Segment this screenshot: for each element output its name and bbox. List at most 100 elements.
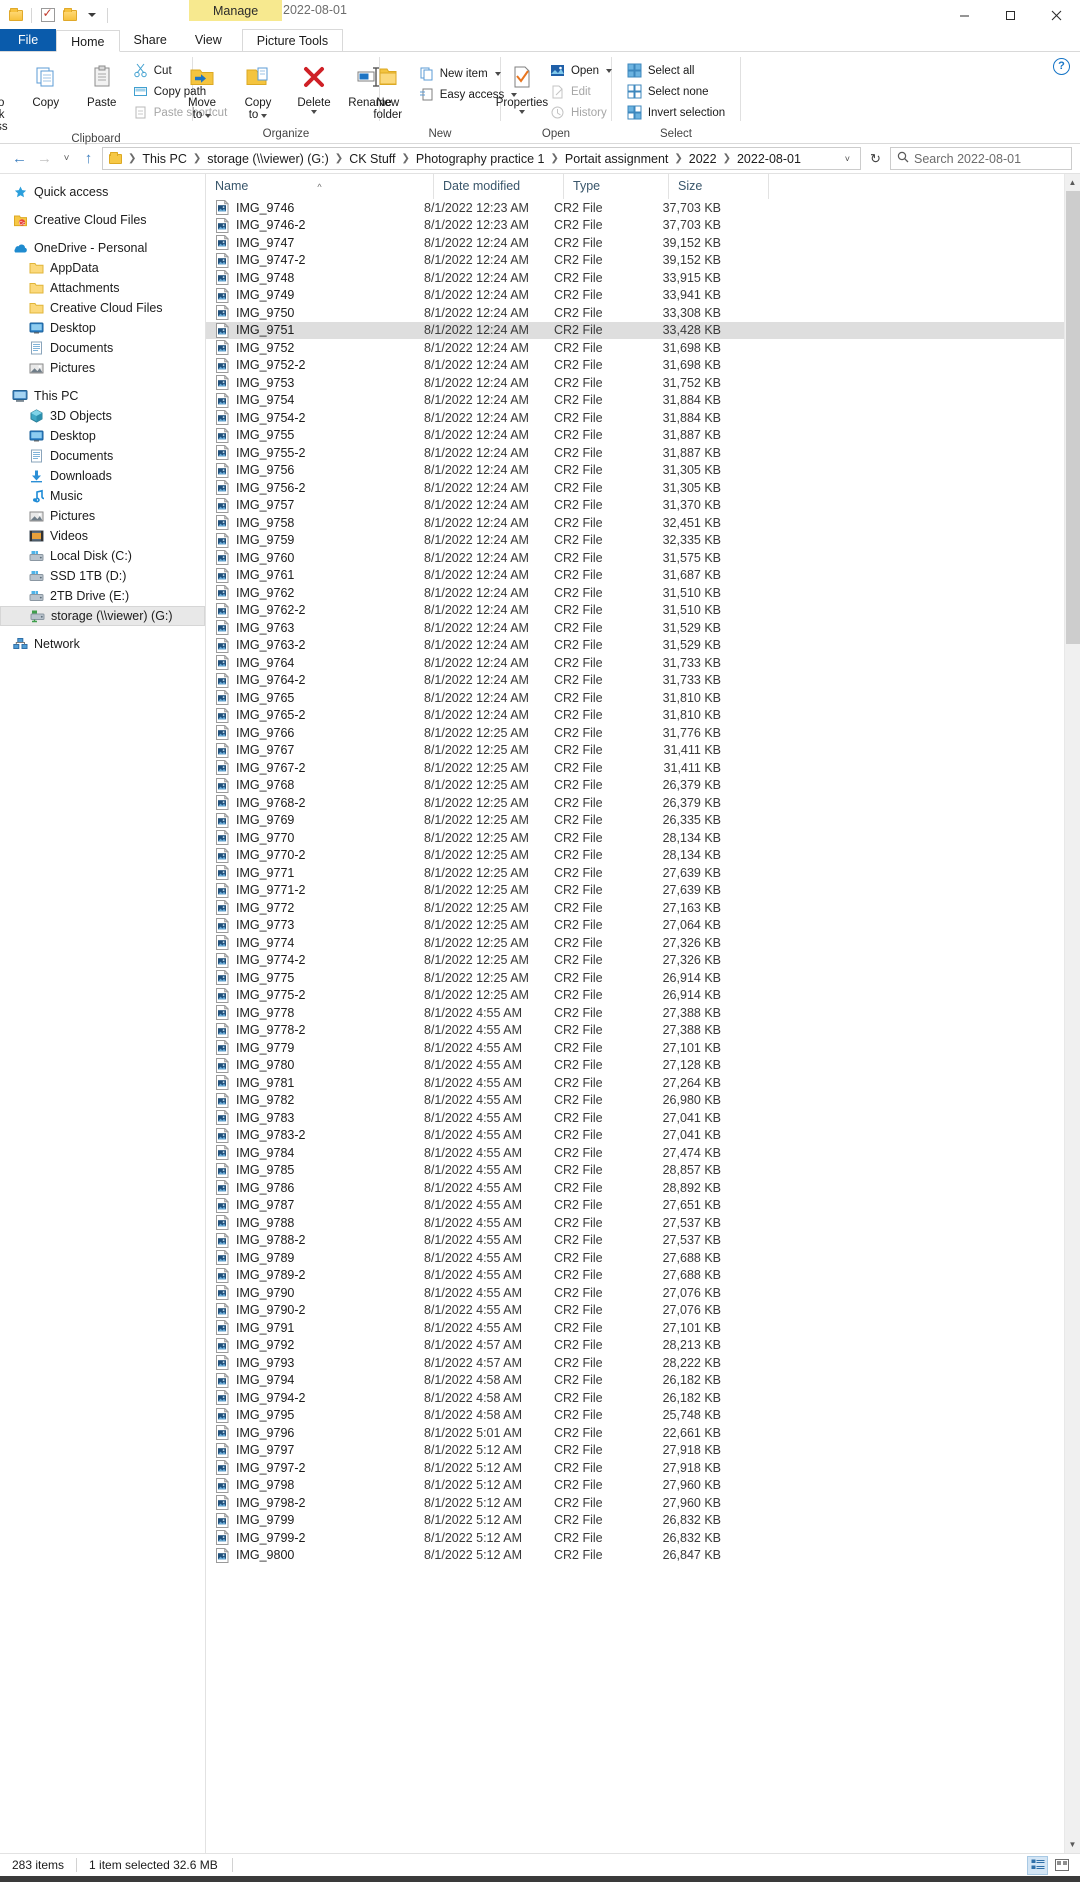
table-row[interactable]: IMG_9748 8/1/2022 12:24 AM CR2 File 33,915 … — [206, 269, 1064, 287]
table-row[interactable]: IMG_9781 8/1/2022 4:55 AM CR2 File 27,264 K… — [206, 1074, 1064, 1092]
table-row[interactable]: IMG_9797-2 8/1/2022 5:12 AM CR2 File 27,918… — [206, 1459, 1064, 1477]
table-row[interactable]: IMG_9775 8/1/2022 12:25 AM CR2 File 26,914 … — [206, 969, 1064, 987]
scrollbar-track[interactable] — [1064, 191, 1080, 1836]
sidebar-item-network[interactable]: Network — [0, 634, 205, 654]
table-row[interactable]: IMG_9796 8/1/2022 5:01 AM CR2 File 22,661 K… — [206, 1424, 1064, 1442]
back-button[interactable]: ← — [8, 147, 31, 170]
table-row[interactable]: IMG_9794 8/1/2022 4:58 AM CR2 File 26,182 K… — [206, 1372, 1064, 1390]
table-row[interactable]: IMG_9783 8/1/2022 4:55 AM CR2 File 27,041 K… — [206, 1109, 1064, 1127]
sidebar-item-videos[interactable]: Videos — [0, 526, 205, 546]
table-row[interactable]: IMG_9769 8/1/2022 12:25 AM CR2 File 26,335 … — [206, 812, 1064, 830]
table-row[interactable]: IMG_9788-2 8/1/2022 4:55 AM CR2 File 27,537… — [206, 1232, 1064, 1250]
pin-to-quick-access-button[interactable]: Pin to Quick access — [0, 58, 18, 133]
column-header-date-modified[interactable]: Date modified — [434, 174, 564, 199]
sidebar-item-this-pc[interactable]: This PC — [0, 386, 205, 406]
table-row[interactable]: IMG_9763-2 8/1/2022 12:24 AM CR2 File 31,52… — [206, 637, 1064, 655]
table-row[interactable]: IMG_9764-2 8/1/2022 12:24 AM CR2 File 31,73… — [206, 672, 1064, 690]
table-row[interactable]: IMG_9789-2 8/1/2022 4:55 AM CR2 File 27,688… — [206, 1267, 1064, 1285]
table-row[interactable]: IMG_9759 8/1/2022 12:24 AM CR2 File 32,335 … — [206, 532, 1064, 550]
table-row[interactable]: IMG_9775-2 8/1/2022 12:25 AM CR2 File 26,91… — [206, 987, 1064, 1005]
tab-file[interactable]: File — [0, 29, 57, 51]
sidebar-item-creative-cloud-files[interactable]: Creative Cloud Files — [0, 298, 205, 318]
table-row[interactable]: IMG_9757 8/1/2022 12:24 AM CR2 File 31,370 … — [206, 497, 1064, 515]
search-input[interactable]: Search 2022-08-01 — [890, 147, 1072, 170]
column-header-name[interactable]: Name ^ — [206, 174, 434, 199]
table-row[interactable]: IMG_9755 8/1/2022 12:24 AM CR2 File 31,887 … — [206, 427, 1064, 445]
sidebar-item-2tb-drive-e[interactable]: 2TB Drive (E:) — [0, 586, 205, 606]
table-row[interactable]: IMG_9794-2 8/1/2022 4:58 AM CR2 File 26,182… — [206, 1389, 1064, 1407]
sidebar-item-downloads[interactable]: Downloads — [0, 466, 205, 486]
table-row[interactable]: IMG_9795 8/1/2022 4:58 AM CR2 File 25,748 K… — [206, 1407, 1064, 1425]
table-row[interactable]: IMG_9765 8/1/2022 12:24 AM CR2 File 31,810 … — [206, 689, 1064, 707]
table-row[interactable]: IMG_9790-2 8/1/2022 4:55 AM CR2 File 27,076… — [206, 1302, 1064, 1320]
tab-picture-tools[interactable]: Picture Tools — [241, 29, 344, 51]
table-row[interactable]: IMG_9763 8/1/2022 12:24 AM CR2 File 31,529 … — [206, 619, 1064, 637]
help-button[interactable]: ? — [1053, 58, 1070, 75]
customize-qat-caret-icon[interactable] — [83, 7, 100, 24]
table-row[interactable]: IMG_9758 8/1/2022 12:24 AM CR2 File 32,451 … — [206, 514, 1064, 532]
table-row[interactable]: IMG_9755-2 8/1/2022 12:24 AM CR2 File 31,88… — [206, 444, 1064, 462]
table-row[interactable]: IMG_9799 8/1/2022 5:12 AM CR2 File 26,832 K… — [206, 1512, 1064, 1530]
sidebar-item-pictures[interactable]: Pictures — [0, 358, 205, 378]
maximize-button[interactable] — [987, 0, 1033, 30]
table-row[interactable]: IMG_9774-2 8/1/2022 12:25 AM CR2 File 27,32… — [206, 952, 1064, 970]
history-button[interactable]: History — [547, 103, 615, 122]
sidebar-item-storage-viewer-g[interactable]: storage (\\viewer) (G:) — [0, 606, 205, 626]
table-row[interactable]: IMG_9799-2 8/1/2022 5:12 AM CR2 File 26,832… — [206, 1529, 1064, 1547]
table-row[interactable]: IMG_9752 8/1/2022 12:24 AM CR2 File 31,698 … — [206, 339, 1064, 357]
scroll-down-arrow-icon[interactable]: ▼ — [1064, 1836, 1080, 1853]
table-row[interactable]: IMG_9754 8/1/2022 12:24 AM CR2 File 31,884 … — [206, 392, 1064, 410]
minimize-button[interactable] — [941, 0, 987, 30]
table-row[interactable]: IMG_9784 8/1/2022 4:55 AM CR2 File 27,474 K… — [206, 1144, 1064, 1162]
select-none-button[interactable]: Select none — [624, 82, 728, 101]
table-row[interactable]: IMG_9791 8/1/2022 4:55 AM CR2 File 27,101 K… — [206, 1319, 1064, 1337]
new-folder-button[interactable]: New folder — [360, 58, 416, 121]
paste-button[interactable]: Paste — [74, 58, 130, 109]
vertical-scrollbar[interactable]: ▲ ▼ — [1064, 174, 1080, 1853]
breadcrumb-photography-practice-1[interactable]: Photography practice 1 — [412, 150, 549, 168]
sidebar-item-desktop[interactable]: Desktop — [0, 318, 205, 338]
properties-icon[interactable] — [39, 6, 56, 24]
table-row[interactable]: IMG_9789 8/1/2022 4:55 AM CR2 File 27,688 K… — [206, 1249, 1064, 1267]
new-folder-icon[interactable] — [61, 7, 78, 24]
table-row[interactable]: IMG_9782 8/1/2022 4:55 AM CR2 File 26,980 K… — [206, 1092, 1064, 1110]
table-row[interactable]: IMG_9771 8/1/2022 12:25 AM CR2 File 27,639 … — [206, 864, 1064, 882]
table-row[interactable]: IMG_9787 8/1/2022 4:55 AM CR2 File 27,651 K… — [206, 1197, 1064, 1215]
table-row[interactable]: IMG_9785 8/1/2022 4:55 AM CR2 File 28,857 K… — [206, 1162, 1064, 1180]
table-row[interactable]: IMG_9767 8/1/2022 12:25 AM CR2 File 31,411 … — [206, 742, 1064, 760]
table-row[interactable]: IMG_9746 8/1/2022 12:23 AM CR2 File 37,703 … — [206, 199, 1064, 217]
address-dropdown-icon[interactable]: ˅ — [839, 154, 856, 164]
table-row[interactable]: IMG_9768-2 8/1/2022 12:25 AM CR2 File 26,37… — [206, 794, 1064, 812]
table-row[interactable]: IMG_9753 8/1/2022 12:24 AM CR2 File 31,752 … — [206, 374, 1064, 392]
scrollbar-thumb[interactable] — [1065, 191, 1080, 644]
sidebar-item-documents[interactable]: Documents — [0, 446, 205, 466]
table-row[interactable]: IMG_9761 8/1/2022 12:24 AM CR2 File 31,687 … — [206, 567, 1064, 585]
table-row[interactable]: IMG_9778 8/1/2022 4:55 AM CR2 File 27,388 K… — [206, 1004, 1064, 1022]
table-row[interactable]: IMG_9766 8/1/2022 12:25 AM CR2 File 31,776 … — [206, 724, 1064, 742]
column-header-size[interactable]: Size — [669, 174, 769, 199]
table-row[interactable]: IMG_9790 8/1/2022 4:55 AM CR2 File 27,076 K… — [206, 1284, 1064, 1302]
table-row[interactable]: IMG_9778-2 8/1/2022 4:55 AM CR2 File 27,388… — [206, 1022, 1064, 1040]
tab-home[interactable]: Home — [56, 30, 120, 52]
sidebar-item-appdata[interactable]: AppData — [0, 258, 205, 278]
table-row[interactable]: IMG_9788 8/1/2022 4:55 AM CR2 File 27,537 K… — [206, 1214, 1064, 1232]
table-row[interactable]: IMG_9779 8/1/2022 4:55 AM CR2 File 27,101 K… — [206, 1039, 1064, 1057]
table-row[interactable]: IMG_9754-2 8/1/2022 12:24 AM CR2 File 31,88… — [206, 409, 1064, 427]
forward-button[interactable]: → — [33, 147, 56, 170]
column-header-type[interactable]: Type — [564, 174, 669, 199]
properties-button[interactable]: Properties — [496, 58, 548, 114]
table-row[interactable]: IMG_9765-2 8/1/2022 12:24 AM CR2 File 31,81… — [206, 707, 1064, 725]
tab-share[interactable]: Share — [120, 29, 181, 51]
close-button[interactable] — [1033, 0, 1080, 30]
sidebar-item-quick-access[interactable]: Quick access — [0, 182, 205, 202]
copy-button[interactable]: Copy — [18, 58, 74, 109]
table-row[interactable]: IMG_9783-2 8/1/2022 4:55 AM CR2 File 27,041… — [206, 1127, 1064, 1145]
address-path-input[interactable]: ❯ This PC ❯ storage (\\viewer) (G:) ❯ CK… — [102, 147, 861, 170]
table-row[interactable]: IMG_9774 8/1/2022 12:25 AM CR2 File 27,326 … — [206, 934, 1064, 952]
table-row[interactable]: IMG_9792 8/1/2022 4:57 AM CR2 File 28,213 K… — [206, 1337, 1064, 1355]
sidebar-item-music[interactable]: Music — [0, 486, 205, 506]
sidebar-item-documents[interactable]: Documents — [0, 338, 205, 358]
tab-view[interactable]: View — [181, 29, 236, 51]
breadcrumb-2022-08-01[interactable]: 2022-08-01 — [733, 150, 805, 168]
sidebar-item-attachments[interactable]: Attachments — [0, 278, 205, 298]
